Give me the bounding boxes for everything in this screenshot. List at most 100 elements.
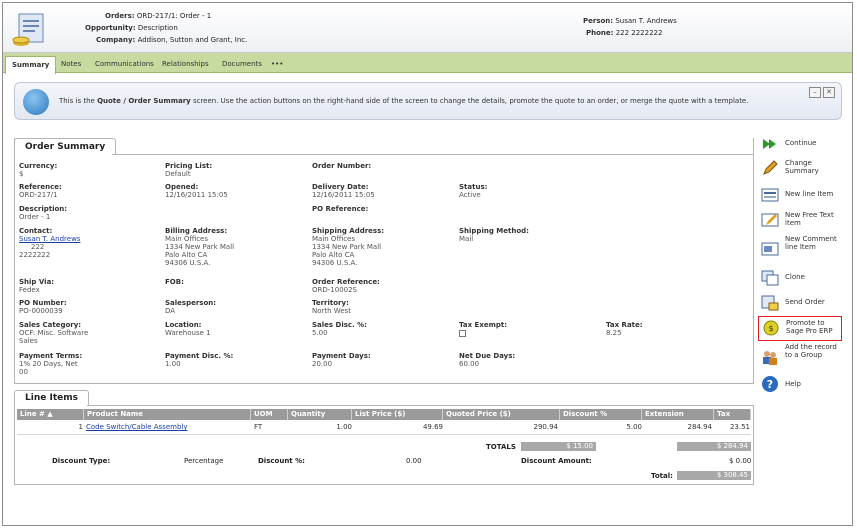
new-line-icon <box>761 188 779 202</box>
sales-disc-field: Sales Disc. %: 5.00 <box>312 321 367 337</box>
net-due-days-field: Net Due Days: 60.00 <box>459 352 516 368</box>
tab-more[interactable]: ••• <box>265 56 289 73</box>
tab-notes[interactable]: Notes <box>55 56 87 73</box>
discount-amount-value: $ 0.00 <box>729 457 752 465</box>
orders-field: Orders: ORD-217/1: Order - 1 <box>105 12 212 20</box>
discount-amount-label: Discount Amount: <box>521 457 592 465</box>
order-number-field: Order Number: <box>312 162 372 170</box>
territory-field: Territory: North West <box>312 299 352 315</box>
description-field: Description: Order - 1 <box>19 205 68 221</box>
total-label: Total: <box>651 472 673 480</box>
cell-extension: 284.94 <box>687 423 713 431</box>
col-list-price[interactable]: List Price ($) <box>352 409 443 420</box>
tax-exempt-field: Tax Exempt: <box>459 321 507 337</box>
shipping-address-field: Shipping Address: Main Offices 1334 New Pa… <box>312 227 385 267</box>
minimize-icon[interactable]: – <box>809 87 821 98</box>
opened-field: Opened: 12/16/2011 15:05 <box>165 183 228 199</box>
free-text-icon <box>761 213 779 227</box>
totals-extension: $ 284.94 <box>677 442 751 451</box>
currency-field: Currency: $ <box>19 162 58 178</box>
cell-tax: 23.51 <box>729 423 750 431</box>
location-field: Location: Warehouse 1 <box>165 321 211 337</box>
close-icon[interactable]: ✕ <box>823 87 835 98</box>
send-order-button[interactable]: Send Order <box>758 292 842 314</box>
col-extension[interactable]: Extension <box>642 409 714 420</box>
tab-communications[interactable]: Communications <box>89 56 160 73</box>
panel-divider <box>112 154 754 155</box>
contact-field: Contact: Susan T. Andrews 222 2222222 <box>19 227 81 259</box>
cell-quantity: 1.00 <box>336 423 352 431</box>
phone-value: 222 2222222 <box>615 29 663 37</box>
clone-button[interactable]: Clone <box>758 267 842 289</box>
comment-line-icon <box>761 242 779 256</box>
col-tax[interactable]: Tax <box>714 409 751 420</box>
cell-product-link[interactable]: Code Switch/Cable Assembly <box>86 422 187 432</box>
po-number-field: PO Number: PO-0000039 <box>19 299 67 315</box>
svg-text:$: $ <box>768 324 773 333</box>
total-value: $ 308.45 <box>677 471 751 480</box>
tax-rate-field: Tax Rate: 8.25 <box>606 321 643 337</box>
col-discount[interactable]: Discount % <box>560 409 642 420</box>
cell-list-price: 49.69 <box>422 423 443 431</box>
help-button[interactable]: ? Help <box>758 373 842 395</box>
cell-quoted-price: 290.94 <box>533 423 559 431</box>
tab-relationships[interactable]: Relationships <box>156 56 215 73</box>
contact-phone: 2222222 <box>19 251 51 259</box>
payment-days-field: Payment Days: 20.00 <box>312 352 371 368</box>
new-free-text-item-button[interactable]: New Free Text item <box>758 209 842 231</box>
new-comment-line-item-button[interactable]: New Comment line Item <box>758 234 842 264</box>
line-items-divider <box>87 405 754 406</box>
contact-ext: 222 <box>31 243 45 251</box>
order-record-icon <box>12 13 44 46</box>
info-banner: This is the Quote / Order Summary screen… <box>14 82 842 120</box>
fob-field: FOB: <box>165 278 184 286</box>
add-to-group-button[interactable]: Add the record to a Group <box>758 343 842 371</box>
contact-link[interactable]: Susan T. Andrews <box>19 235 80 243</box>
discount-type-label: Discount Type: <box>52 457 111 465</box>
col-line-number[interactable]: Line # ▲ <box>17 409 84 420</box>
record-header: Orders: ORD-217/1: Order - 1 Opportunity… <box>3 3 852 53</box>
col-quantity[interactable]: Quantity <box>288 409 352 420</box>
sales-category-field: Sales Category: OCF: Misc. Software Sales <box>19 321 89 345</box>
phone-field: Phone: 222 2222222 <box>586 29 663 37</box>
info-speech-icon <box>23 89 49 115</box>
row-separator <box>17 434 751 435</box>
tab-summary[interactable]: Summary <box>5 56 57 74</box>
order-summary-tab[interactable]: Order Summary <box>14 138 117 155</box>
tab-bar: Summary Notes Communications Relationshi… <box>3 53 852 74</box>
totals-label: TOTALS <box>486 443 516 451</box>
col-uom[interactable]: UOM <box>251 409 288 420</box>
tax-exempt-checkbox[interactable] <box>459 330 466 337</box>
col-quoted-price[interactable]: Quoted Price ($) <box>443 409 560 420</box>
shipping-method-field: Shipping Method: Mail <box>459 227 529 243</box>
new-line-item-button[interactable]: New line Item <box>758 184 842 206</box>
discount-pct-value: 0.00 <box>406 457 422 465</box>
tab-documents[interactable]: Documents <box>216 56 268 73</box>
payment-terms-field: Payment Terms: 1% 20 Days, Net 00 <box>19 352 83 376</box>
col-product-name[interactable]: Product Name <box>84 409 251 420</box>
billing-address-field: Billing Address: Main Offices 1334 New Par… <box>165 227 235 267</box>
continue-button[interactable]: Continue <box>758 133 842 155</box>
change-summary-button[interactable]: Change Summary <box>758 157 842 179</box>
ship-via-field: Ship Via: Fedex <box>19 278 55 294</box>
totals-quoted: $ 15.00 <box>521 442 596 451</box>
pricing-list-field: Pricing List: Default <box>165 162 213 178</box>
line-items-header: Line # ▲ Product Name UOM Quantity List … <box>17 409 751 420</box>
payment-disc-field: Payment Disc. %: 1.00 <box>165 352 234 368</box>
cell-discount: 5.00 <box>626 423 642 431</box>
company-field: Company: Addison, Sutton and Grant, Inc. <box>96 36 248 44</box>
opportunity-field: Opportunity: Description <box>85 24 178 32</box>
continue-icon <box>763 139 776 149</box>
line-items-tab[interactable]: Line Items <box>14 390 89 406</box>
salesperson-field: Salesperson: DA <box>165 299 217 315</box>
cell-line: 1 <box>78 423 83 431</box>
send-order-icon <box>761 295 779 311</box>
promote-to-erp-button[interactable]: $ Promote to Sage Pro ERP <box>758 316 842 341</box>
po-reference-field: PO Reference: <box>312 205 369 213</box>
cell-uom: FT <box>254 423 263 431</box>
status-field: Status: Active <box>459 183 488 199</box>
delivery-date-field: Delivery Date: 12/16/2011 15:05 <box>312 183 375 199</box>
person-value: Susan T. Andrews <box>615 17 677 25</box>
person-field: Person: Susan T. Andrews <box>583 17 677 25</box>
help-icon: ? <box>762 376 778 392</box>
